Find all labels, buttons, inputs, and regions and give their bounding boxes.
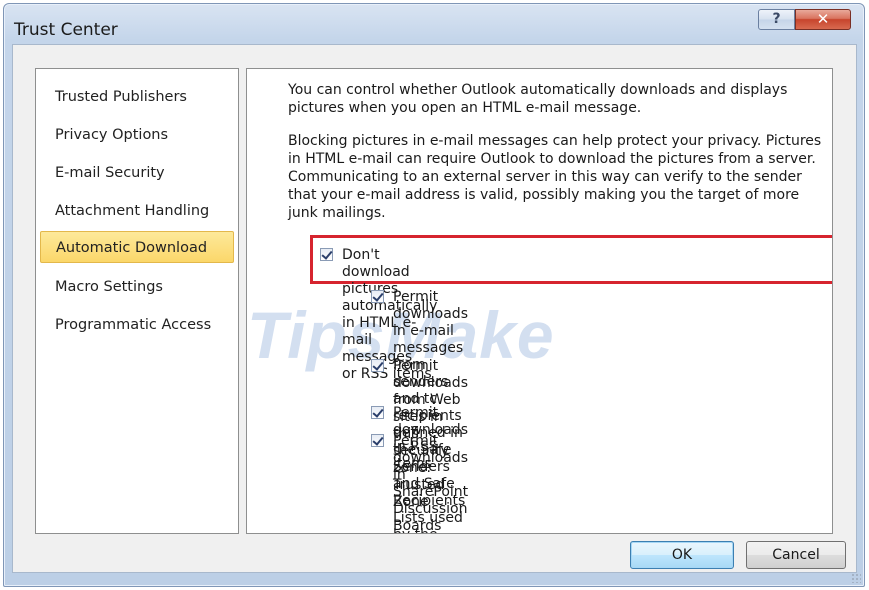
help-icon: ?	[772, 11, 781, 27]
sidebar-item-macro-settings[interactable]: Macro Settings	[40, 271, 234, 303]
web-sites-checkbox[interactable]	[371, 359, 384, 372]
sidebar-item-programmatic-access[interactable]: Programmatic Access	[40, 309, 234, 341]
rss-items-checkbox[interactable]	[371, 406, 384, 419]
window-title: Trust Center	[14, 20, 118, 40]
safe-senders-checkbox[interactable]	[371, 290, 384, 303]
cancel-button[interactable]: Cancel	[746, 541, 846, 569]
scroll-edge	[832, 374, 833, 509]
sidebar-item-trusted-publishers[interactable]: Trusted Publishers	[40, 81, 234, 113]
settings-panel: TipsMake You can control whether Outlook…	[246, 68, 833, 534]
close-button[interactable]: ✕	[795, 9, 851, 30]
sharepoint-checkbox[interactable]	[371, 434, 384, 447]
sidebar-item-attachment-handling[interactable]: Attachment Handling	[40, 195, 234, 227]
dialog-body: Trusted Publishers Privacy Options E-mai…	[12, 44, 857, 573]
dont-download-checkbox[interactable]	[320, 248, 333, 261]
privacy-text: Blocking pictures in e-mail messages can…	[288, 133, 822, 221]
trust-center-dialog: Trust Center ? ✕ Trusted Publishers Priv…	[3, 3, 865, 587]
help-button[interactable]: ?	[758, 9, 795, 30]
resize-grip-icon[interactable]	[851, 573, 861, 583]
sidebar-item-email-security[interactable]: E-mail Security	[40, 157, 234, 189]
intro-text: You can control whether Outlook automati…	[288, 82, 788, 116]
title-bar[interactable]: Trust Center ? ✕	[4, 4, 864, 44]
sharepoint-label[interactable]: Permit downloads in SharePoint Discussio…	[393, 433, 468, 533]
sidebar-item-automatic-download[interactable]: Automatic Download	[40, 231, 234, 263]
sidebar-item-privacy-options[interactable]: Privacy Options	[40, 119, 234, 151]
sidebar: Trusted Publishers Privacy Options E-mai…	[35, 68, 239, 534]
ok-button[interactable]: OK	[630, 541, 734, 569]
close-icon: ✕	[816, 10, 830, 28]
